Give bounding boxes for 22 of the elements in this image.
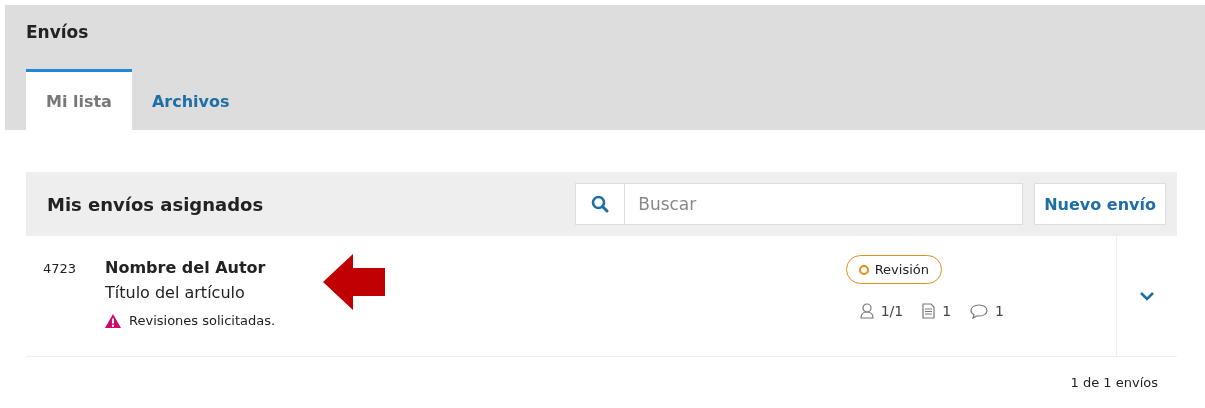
submission-title: Título del artículo: [105, 283, 246, 302]
page-title: Envíos: [26, 22, 90, 42]
search-field[interactable]: Buscar: [625, 183, 1024, 225]
tab[interactable]: Archivos: [131, 69, 250, 130]
participants-count: 1/1: [880, 303, 904, 319]
search-button[interactable]: [575, 183, 626, 225]
chevron-icon: [1139, 291, 1155, 301]
notice-text: Revisiones solicitadas.: [129, 313, 276, 328]
search-icon: [591, 195, 610, 213]
panel-title: Mis envíos asignados: [47, 193, 265, 215]
arrow-drawing: [323, 254, 385, 310]
person-icon: [859, 303, 874, 319]
comment-icon: [970, 303, 989, 319]
submission-id: 4723: [43, 261, 78, 278]
tab[interactable]: Mi lista: [26, 69, 132, 130]
warning-icon: [105, 313, 121, 328]
new-submission-button[interactable]: Nuevo envío: [1034, 183, 1166, 225]
pagination-text: 1 de 1 envíos: [1070, 375, 1158, 390]
files-count: 1: [942, 303, 952, 319]
document-icon: [922, 303, 936, 319]
discussions-count: 1: [995, 303, 1004, 319]
author-name[interactable]: Nombre del Autor: [105, 258, 276, 277]
